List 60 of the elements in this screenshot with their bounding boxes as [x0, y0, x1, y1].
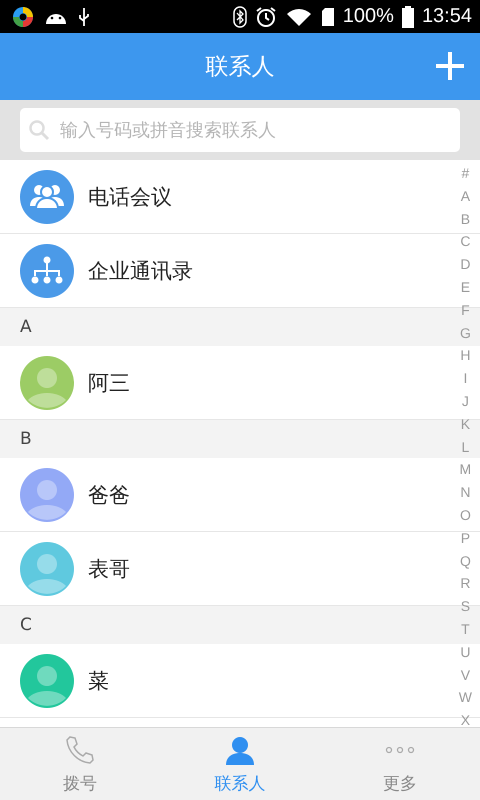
sim-icon [320, 6, 335, 26]
contact-row[interactable]: 菜 [0, 644, 440, 717]
contact-row[interactable]: 爸爸 [0, 458, 440, 531]
index-letter[interactable]: A [460, 184, 470, 208]
index-letter[interactable]: C [460, 230, 470, 254]
app-icon [12, 6, 34, 28]
index-letter[interactable]: H [460, 344, 470, 368]
tab[interactable]: 更多 [320, 728, 480, 800]
contact-row[interactable]: 阿三 [0, 346, 440, 419]
index-letter[interactable]: L [461, 436, 470, 458]
section-letter: C [20, 615, 32, 635]
contact-name: 企业通讯录 [88, 258, 193, 284]
index-letter[interactable]: Q [460, 550, 471, 572]
contact-name: 阿三 [88, 370, 130, 396]
search-icon [28, 119, 50, 141]
index-letter[interactable]: N [460, 481, 470, 504]
index-letter[interactable]: U [460, 640, 470, 664]
group-icon [20, 170, 74, 224]
index-letter[interactable]: K [460, 412, 470, 436]
add-button[interactable] [434, 50, 466, 82]
tab[interactable]: 拨号 [0, 728, 160, 800]
index-letter[interactable]: O [460, 504, 471, 527]
section-letter: B [20, 429, 32, 449]
index-letter[interactable]: D [460, 253, 470, 276]
index-letter[interactable]: E [460, 276, 470, 299]
contact-name: 电话会议 [88, 184, 172, 210]
usb-icon [78, 6, 90, 26]
index-letter[interactable]: M [460, 458, 472, 482]
phone-icon [64, 734, 96, 766]
tab[interactable]: 联系人 [160, 728, 320, 800]
alarm-icon [254, 6, 277, 28]
index-letter[interactable]: X [460, 709, 470, 727]
more-icon [385, 746, 415, 754]
contact-name: 爸爸 [88, 482, 130, 508]
index-letter[interactable]: R [460, 572, 470, 596]
contact-row[interactable]: 表哥 [0, 532, 440, 605]
contact-row[interactable]: 电话会议 [0, 160, 440, 233]
index-letter[interactable]: B [460, 208, 470, 230]
index-letter[interactable]: V [460, 664, 470, 686]
contact-name: 表哥 [88, 556, 130, 582]
battery-percent: 100% [342, 5, 394, 28]
battery-icon [402, 6, 414, 28]
index-letter[interactable]: I [463, 367, 468, 390]
index-letter[interactable]: P [460, 526, 470, 550]
index-letter[interactable]: T [461, 618, 470, 641]
screen-title: 联系人 [206, 53, 274, 82]
clock: 13:54 [422, 5, 472, 28]
index-letter[interactable]: # [461, 162, 470, 185]
index-letter[interactable]: W [458, 686, 472, 710]
contact-name: 菜 [88, 668, 109, 694]
search-field[interactable]: 输入号码或拼音搜索联系人 [20, 108, 460, 152]
section-letter: A [20, 317, 32, 337]
bluetooth-icon [232, 6, 247, 28]
index-letter[interactable]: J [462, 390, 469, 413]
org-chart-icon [20, 244, 74, 298]
contact-row[interactable]: 企业通讯录 [0, 234, 440, 307]
index-letter[interactable]: F [461, 298, 470, 322]
index-letter[interactable]: S [460, 595, 470, 618]
wifi-icon [284, 6, 313, 26]
index-letter[interactable]: G [460, 322, 471, 344]
